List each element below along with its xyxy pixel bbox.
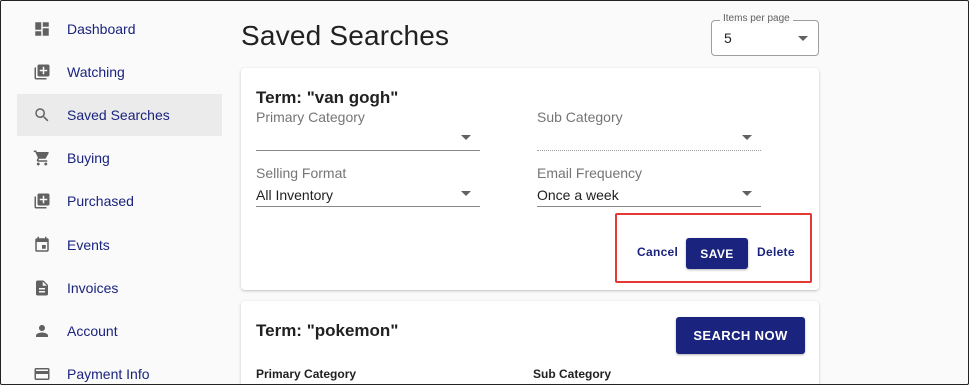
sidebar-item-label: Dashboard [67, 21, 136, 37]
highlight-box [615, 213, 812, 283]
sidebar-item-buying[interactable]: Buying [17, 137, 222, 179]
sidebar-item-watching[interactable]: Watching [17, 51, 222, 93]
selling-format-select[interactable]: Selling Format All Inventory [256, 165, 480, 209]
field-underline [537, 150, 761, 151]
sidebar-item-payment-info[interactable]: Payment Info [17, 353, 222, 385]
cart-icon [33, 149, 51, 167]
chevron-down-icon [461, 135, 471, 140]
chevron-down-icon [742, 135, 752, 140]
document-icon [33, 279, 51, 297]
field-value: Once a week [537, 187, 619, 203]
items-per-page-value: 5 [724, 30, 732, 46]
email-frequency-select[interactable]: Email Frequency Once a week [537, 165, 761, 209]
sidebar-item-label: Watching [67, 64, 125, 80]
calendar-icon [33, 236, 51, 254]
primary-category-label: Primary Category [256, 367, 357, 381]
field-label: Selling Format [256, 165, 347, 181]
chevron-down-icon [798, 36, 808, 41]
sidebar-item-label: Events [67, 237, 110, 253]
field-underline [256, 150, 480, 151]
dashboard-icon [33, 20, 51, 38]
credit-card-icon [33, 365, 51, 383]
library-add-icon [33, 192, 51, 210]
sidebar-item-invoices[interactable]: Invoices [17, 267, 222, 309]
sidebar-item-label: Payment Info [67, 366, 150, 382]
field-value: All Inventory [256, 187, 334, 203]
person-icon [33, 322, 51, 340]
field-label: Email Frequency [537, 165, 643, 181]
add-box-icon [33, 63, 51, 81]
sidebar-item-label: Account [67, 323, 118, 339]
field-underline [537, 206, 761, 207]
chevron-down-icon [461, 191, 471, 196]
sidebar-item-label: Invoices [67, 280, 119, 296]
sidebar-item-dashboard[interactable]: Dashboard [17, 8, 222, 50]
sidebar-item-account[interactable]: Account [17, 310, 222, 352]
search-term: Term: "van gogh" [256, 88, 399, 107]
search-term: Term: "pokemon" [256, 321, 399, 340]
primary-category-select[interactable]: Primary Category [256, 109, 480, 153]
chevron-down-icon [742, 191, 752, 196]
search-now-button[interactable]: SEARCH NOW [676, 317, 805, 354]
sidebar-item-label: Buying [67, 150, 110, 166]
sub-category-label: Sub Category [533, 367, 612, 381]
field-label: Primary Category [256, 109, 365, 125]
items-per-page-select[interactable]: Items per page 5 [711, 13, 819, 56]
field-label: Sub Category [537, 109, 623, 125]
field-underline [256, 206, 480, 207]
sidebar-item-events[interactable]: Events [17, 224, 222, 266]
items-per-page-label: Items per page [720, 13, 793, 24]
page-title: Saved Searches [241, 20, 450, 51]
sidebar-item-purchased[interactable]: Purchased [17, 180, 222, 222]
search-icon [33, 106, 51, 124]
sidebar-item-label: Saved Searches [67, 107, 170, 123]
sidebar-item-label: Purchased [67, 193, 134, 209]
sub-category-select[interactable]: Sub Category [537, 109, 761, 153]
saved-search-card: Term: "pokemon" SEARCH NOW Primary Categ… [241, 301, 819, 385]
sidebar-item-saved-searches[interactable]: Saved Searches [17, 94, 222, 136]
